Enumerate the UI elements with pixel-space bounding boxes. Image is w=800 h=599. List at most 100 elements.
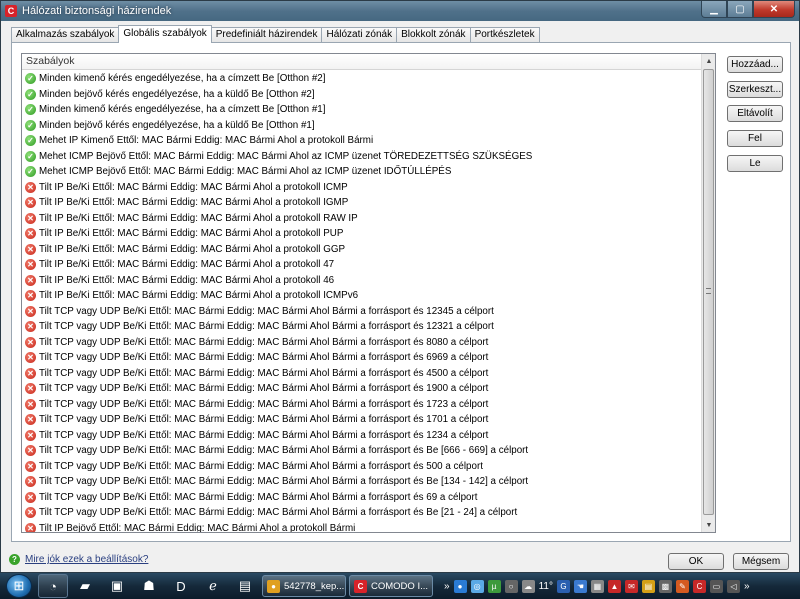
table-row[interactable]: ✕ Tilt IP Be/Ki Ettől: MAC Bármi Eddig: M…: [22, 273, 702, 289]
move-down-button[interactable]: Le: [727, 155, 783, 172]
title-bar: C Hálózati biztonsági házirendek ▁ ▢ ✕: [1, 1, 799, 21]
antivirus-icon[interactable]: ▲: [607, 579, 621, 593]
tray-overflow-chevron-2[interactable]: »: [744, 581, 750, 592]
close-button[interactable]: ✕: [753, 1, 795, 18]
table-row[interactable]: ✕ Tilt IP Be/Ki Ettől: MAC Bármi Eddig: M…: [22, 257, 702, 273]
add-button[interactable]: Hozzáad...: [727, 56, 783, 73]
tab-application-rules[interactable]: Alkalmazás szabályok: [11, 27, 120, 43]
table-row[interactable]: ✕ Tilt TCP vagy UDP Be/Ki Ettől: MAC Bárm…: [22, 335, 702, 351]
allow-check-icon: ✓: [25, 119, 36, 131]
block-x-icon: ✕: [25, 383, 36, 395]
tray-cloud-icon[interactable]: ◎: [470, 579, 484, 593]
tab-network-zones[interactable]: Hálózati zónák: [321, 27, 398, 43]
block-x-icon: ✕: [25, 414, 36, 426]
table-row[interactable]: ✓ Minden kimenő kérés engedélyezése, ha a…: [22, 71, 702, 87]
table-row[interactable]: ✓ Minden bejövő kérés engedélyezése, ha a…: [22, 87, 702, 103]
block-x-icon: ✕: [25, 243, 36, 255]
rules-list[interactable]: Szabályok ✓ Minden kimenő kérés engedélye…: [21, 53, 716, 533]
taskbar-task-comodo[interactable]: C COMODO I...: [349, 575, 433, 597]
table-row[interactable]: ✕ Tilt IP Be/Ki Ettől: MAC Bármi Eddig: M…: [22, 211, 702, 227]
table-row[interactable]: ✓ Mehet ICMP Bejövő Ettől: MAC Bármi Eddi…: [22, 164, 702, 180]
move-up-button[interactable]: Fel: [727, 130, 783, 147]
tray-app-icon[interactable]: ●: [453, 579, 467, 593]
table-row[interactable]: ✕ Tilt TCP vagy UDP Be/Ki Ettől: MAC Bárm…: [22, 366, 702, 382]
taskbar-task-browser[interactable]: ● 542778_kep...: [262, 575, 346, 597]
utorrent-icon[interactable]: µ: [487, 579, 501, 593]
table-row[interactable]: ✕ Tilt TCP vagy UDP Be/Ki Ettől: MAC Bárm…: [22, 397, 702, 413]
weather-icon[interactable]: ☁: [521, 579, 535, 593]
task-label: COMODO I...: [371, 580, 428, 592]
table-row[interactable]: ✕ Tilt TCP vagy UDP Be/Ki Ettől: MAC Bárm…: [22, 412, 702, 428]
volume-icon[interactable]: ◁: [726, 579, 740, 593]
windows-logo-icon: ⊞: [6, 574, 32, 598]
tab-blocked-zones[interactable]: Blokkolt zónák: [396, 27, 471, 43]
table-row[interactable]: ✕ Tilt IP Be/Ki Ettől: MAC Bármi Eddig: M…: [22, 180, 702, 196]
table-row[interactable]: ✕ Tilt IP Bejövő Ettől: MAC Bármi Eddig: …: [22, 521, 702, 532]
d-app-icon[interactable]: D: [166, 574, 196, 598]
remove-button[interactable]: Eltávolít: [727, 105, 783, 122]
table-row[interactable]: ✕ Tilt TCP vagy UDP Be/Ki Ettől: MAC Bárm…: [22, 490, 702, 506]
table-row[interactable]: ✕ Tilt IP Be/Ki Ettől: MAC Bármi Eddig: M…: [22, 242, 702, 258]
network-icon[interactable]: ▭: [709, 579, 723, 593]
table-row[interactable]: ✕ Tilt IP Be/Ki Ettől: MAC Bármi Eddig: M…: [22, 288, 702, 304]
maximize-button[interactable]: ▢: [727, 1, 753, 18]
rule-text: Tilt IP Be/Ki Ettől: MAC Bármi Eddig: MA…: [39, 228, 344, 240]
table-row[interactable]: ✕ Tilt TCP vagy UDP Be/Ki Ettől: MAC Bárm…: [22, 381, 702, 397]
table-row[interactable]: ✕ Tilt TCP vagy UDP Be/Ki Ettől: MAC Bárm…: [22, 428, 702, 444]
rules-rows: ✓ Minden kimenő kérés engedélyezése, ha a…: [22, 71, 702, 532]
rule-text: Tilt IP Be/Ki Ettől: MAC Bármi Eddig: MA…: [39, 181, 348, 193]
explorer-window-icon[interactable]: ▤: [230, 574, 260, 598]
quicklaunch-app-icon[interactable]: ◔: [38, 574, 68, 598]
table-row[interactable]: ✕ Tilt IP Be/Ki Ettől: MAC Bármi Eddig: M…: [22, 226, 702, 242]
tray-grid-icon[interactable]: ▩: [658, 579, 672, 593]
tray-box-icon[interactable]: ▦: [590, 579, 604, 593]
tray-overflow-chevron[interactable]: »: [444, 581, 450, 592]
table-row[interactable]: ✕ Tilt TCP vagy UDP Be/Ki Ettől: MAC Bárm…: [22, 319, 702, 335]
start-button[interactable]: ⊞: [0, 573, 38, 599]
policy-window: C Hálózati biztonsági házirendek ▁ ▢ ✕ A…: [0, 0, 800, 573]
column-header-rules[interactable]: Szabályok: [22, 54, 715, 70]
temperature-text: 11°: [538, 580, 553, 592]
table-row[interactable]: ✓ Minden bejövő kérés engedélyezése, ha a…: [22, 118, 702, 134]
tab-global-rules[interactable]: Globális szabályok: [118, 25, 212, 43]
table-row[interactable]: ✕ Tilt IP Be/Ki Ettől: MAC Bármi Eddig: M…: [22, 195, 702, 211]
table-row[interactable]: ✕ Tilt TCP vagy UDP Be/Ki Ettől: MAC Bárm…: [22, 443, 702, 459]
scroll-up-icon[interactable]: ▲: [702, 54, 715, 68]
task-label: 542778_kep...: [284, 580, 345, 592]
table-row[interactable]: ✕ Tilt TCP vagy UDP Be/Ki Ettől: MAC Bárm…: [22, 474, 702, 490]
tray-comodo-icon[interactable]: C: [692, 579, 706, 593]
internet-explorer-icon[interactable]: ℯ: [198, 574, 228, 598]
table-row[interactable]: ✓ Mehet IP Kimenő Ettől: MAC Bármi Eddig:…: [22, 133, 702, 149]
tray-edit-icon[interactable]: ✎: [675, 579, 689, 593]
tab-port-sets[interactable]: Portkészletek: [469, 27, 540, 43]
tray-hand-icon[interactable]: ☚: [573, 579, 587, 593]
tray-badge-icon[interactable]: ▤: [641, 579, 655, 593]
table-row[interactable]: ✕ Tilt TCP vagy UDP Be/Ki Ettől: MAC Bárm…: [22, 350, 702, 366]
scroll-down-icon[interactable]: ▼: [702, 518, 715, 532]
vertical-scrollbar[interactable]: ▲ ▼: [701, 54, 715, 532]
table-row[interactable]: ✕ Tilt TCP vagy UDP Be/Ki Ettől: MAC Bárm…: [22, 505, 702, 521]
rule-text: Mehet IP Kimenő Ettől: MAC Bármi Eddig: …: [39, 135, 374, 147]
tray-circle-icon[interactable]: ○: [504, 579, 518, 593]
table-row[interactable]: ✕ Tilt TCP vagy UDP Be/Ki Ettől: MAC Bárm…: [22, 304, 702, 320]
mail-icon[interactable]: ✉: [624, 579, 638, 593]
system-tray: » ● ◎ µ ○ ☁ 11° G ☚ ▦ ▲ ✉ ▤ ▩ ✎ C ▭ ◁ »: [442, 574, 752, 598]
table-row[interactable]: ✓ Mehet ICMP Bejövő Ettől: MAC Bármi Eddi…: [22, 149, 702, 165]
chrome-icon: ●: [267, 579, 280, 593]
block-x-icon: ✕: [25, 507, 36, 519]
rule-text: Tilt IP Be/Ki Ettől: MAC Bármi Eddig: MA…: [39, 197, 349, 209]
save-disk-icon[interactable]: ▣: [102, 574, 132, 598]
table-row[interactable]: ✕ Tilt TCP vagy UDP Be/Ki Ettől: MAC Bárm…: [22, 459, 702, 475]
folder-icon[interactable]: ▰: [70, 574, 100, 598]
ok-button[interactable]: OK: [668, 553, 724, 570]
table-row[interactable]: ✓ Minden kimenő kérés engedélyezése, ha a…: [22, 102, 702, 118]
help-link[interactable]: Mire jók ezek a beállítások?: [25, 554, 148, 565]
edit-button[interactable]: Szerkeszt...: [727, 81, 783, 98]
cancel-button[interactable]: Mégsem: [733, 553, 789, 570]
help-icon: ?: [9, 554, 20, 565]
tray-g-icon[interactable]: G: [556, 579, 570, 593]
scroll-thumb[interactable]: [703, 69, 714, 515]
minimize-button[interactable]: ▁: [701, 1, 727, 18]
tab-predefined-policies[interactable]: Predefiniált házirendek: [210, 27, 323, 43]
game-character-icon[interactable]: ☗: [134, 574, 164, 598]
